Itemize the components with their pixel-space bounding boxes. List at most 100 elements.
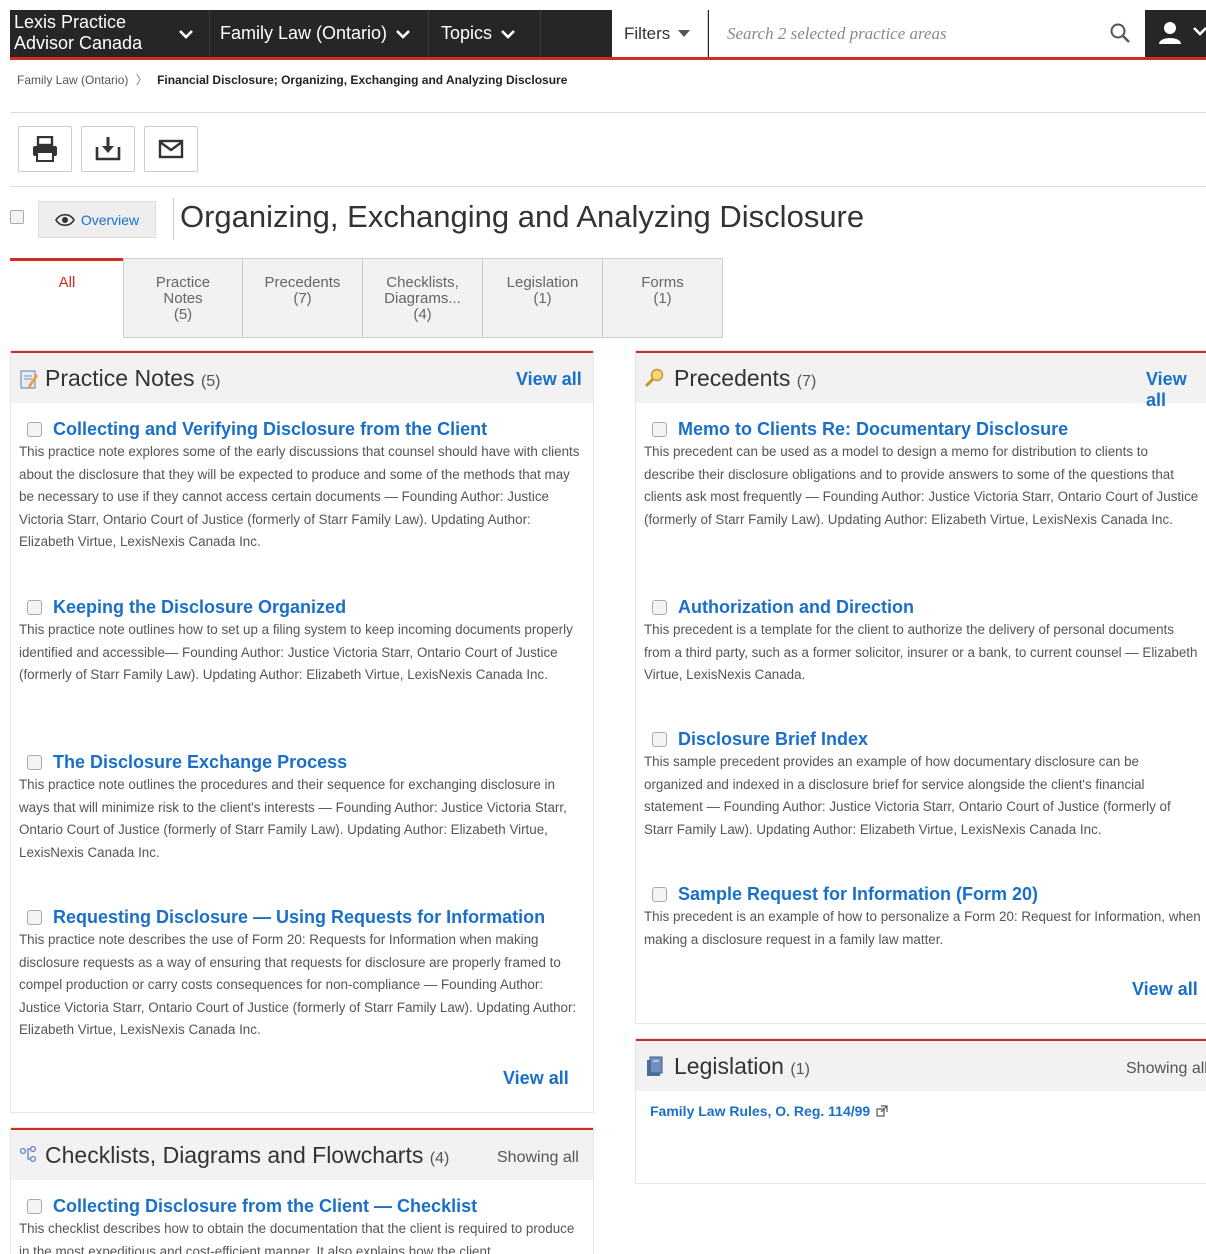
- brand-logo[interactable]: Lexis Practice Advisor Canada: [14, 12, 142, 54]
- list-item: Disclosure Brief Index This sample prece…: [644, 728, 1200, 841]
- item-title-link[interactable]: Collecting and Verifying Disclosure from…: [53, 418, 487, 440]
- practice-area-menu[interactable]: Family Law (Ontario): [220, 10, 411, 57]
- breadcrumb-parent-link[interactable]: Family Law (Ontario): [17, 73, 128, 87]
- user-menu[interactable]: [1158, 20, 1206, 53]
- breadcrumb-separator: 〉: [135, 73, 148, 87]
- item-title-link[interactable]: Collecting Disclosure from the Client — …: [53, 1195, 477, 1217]
- item-checkbox[interactable]: [652, 421, 667, 437]
- view-all-link[interactable]: View all: [503, 1068, 569, 1089]
- precedents-panel: Precedents (7) View all Memo to Clients …: [635, 350, 1206, 1024]
- item-title-link[interactable]: Disclosure Brief Index: [678, 728, 868, 750]
- tab-label: Practice Notes: [155, 274, 211, 307]
- practice-notes-panel: Practice Notes (5) View all Collecting a…: [10, 350, 594, 1113]
- download-button[interactable]: [81, 126, 135, 172]
- topics-menu[interactable]: Topics: [441, 10, 516, 57]
- tab-label: All: [58, 274, 76, 291]
- panel-header: Practice Notes (5) View all: [11, 351, 593, 403]
- view-all-link[interactable]: View all: [1146, 369, 1206, 411]
- panel-title: Legislation (1): [674, 1053, 810, 1080]
- item-checkbox[interactable]: [27, 754, 42, 770]
- item-description: This precedent is an example of how to p…: [644, 909, 1201, 947]
- list-item: Requesting Disclosure — Using Requests f…: [19, 906, 584, 1042]
- list-item: Sample Request for Information (Form 20)…: [644, 883, 1204, 951]
- filters-button[interactable]: Filters: [612, 10, 708, 57]
- view-all-link[interactable]: View all: [516, 369, 582, 390]
- list-item: Keeping the Disclosure Organized This pr…: [19, 596, 584, 687]
- tab-forms[interactable]: Forms (1): [603, 258, 723, 338]
- tab-count: (5): [173, 306, 193, 323]
- item-title-link[interactable]: Memo to Clients Re: Documentary Disclosu…: [678, 418, 1068, 440]
- panel-header: Checklists, Diagrams and Flowcharts (4) …: [11, 1128, 593, 1180]
- panel-title-text: Checklists, Diagrams and Flowcharts: [45, 1142, 424, 1168]
- item-title-link[interactable]: Keeping the Disclosure Organized: [53, 596, 346, 618]
- item-checkbox[interactable]: [652, 886, 667, 902]
- brand-menu-toggle[interactable]: [178, 10, 194, 57]
- panel-count: (7): [796, 373, 817, 390]
- tab-legislation[interactable]: Legislation (1): [483, 258, 603, 338]
- tab-precedents[interactable]: Precedents (7): [243, 258, 363, 338]
- top-nav-bar: Lexis Practice Advisor Canada Family Law…: [10, 10, 1206, 60]
- chevron-down-icon: [396, 29, 410, 39]
- nav-divider: [540, 10, 541, 57]
- caret-down-icon: [678, 30, 691, 37]
- panel-title: Practice Notes (5): [45, 365, 221, 392]
- list-item: Authorization and Direction This precede…: [644, 596, 1200, 687]
- tab-count: (1): [653, 290, 672, 307]
- list-item: Collecting Disclosure from the Client — …: [19, 1195, 584, 1254]
- email-button[interactable]: [144, 126, 198, 172]
- divider: [173, 198, 174, 240]
- item-checkbox[interactable]: [652, 599, 667, 615]
- tab-all[interactable]: All: [10, 258, 124, 338]
- search-icon[interactable]: [1109, 22, 1131, 44]
- item-title-link[interactable]: Authorization and Direction: [678, 596, 914, 618]
- item-description: This sample precedent provides an exampl…: [644, 754, 1171, 837]
- breadcrumb: Family Law (Ontario) 〉 Financial Disclos…: [17, 71, 567, 88]
- legislation-link[interactable]: Family Law Rules, O. Reg. 114/99: [650, 1103, 888, 1119]
- panel-header: Legislation (1) Showing all: [636, 1039, 1206, 1091]
- item-description: This precedent is a template for the cli…: [644, 622, 1198, 682]
- tab-checklists[interactable]: Checklists, Diagrams... (4): [363, 258, 483, 338]
- view-all-link[interactable]: View all: [1132, 979, 1198, 1000]
- print-icon: [33, 136, 57, 162]
- item-description: This checklist describes how to obtain t…: [19, 1221, 575, 1254]
- user-icon: [1159, 22, 1206, 44]
- search-input[interactable]: [709, 10, 1089, 57]
- panel-title: Precedents (7): [674, 365, 816, 392]
- panel-title-text: Precedents: [674, 365, 791, 391]
- magnifier-key-icon: [644, 368, 664, 388]
- tab-practice-notes[interactable]: Practice Notes (5): [123, 258, 243, 338]
- item-checkbox[interactable]: [27, 421, 42, 437]
- tab-label: Forms: [641, 274, 684, 291]
- legislation-link-text: Family Law Rules, O. Reg. 114/99: [650, 1103, 871, 1119]
- item-checkbox[interactable]: [27, 909, 42, 925]
- tab-count: (7): [293, 290, 312, 307]
- item-description: This precedent can be used as a model to…: [644, 444, 1199, 527]
- panel-title-text: Legislation: [674, 1053, 784, 1079]
- filters-label: Filters: [624, 23, 671, 43]
- select-all-checkbox[interactable]: [10, 210, 24, 224]
- panel-count: (1): [790, 1061, 810, 1078]
- page-title: Organizing, Exchanging and Analyzing Dis…: [180, 199, 865, 234]
- item-checkbox[interactable]: [27, 1198, 42, 1214]
- item-title-link[interactable]: Requesting Disclosure — Using Requests f…: [53, 906, 545, 928]
- print-button[interactable]: [18, 126, 72, 172]
- panel-title: Checklists, Diagrams and Flowcharts (4): [45, 1142, 449, 1169]
- overview-button[interactable]: Overview: [38, 201, 156, 238]
- item-title-link[interactable]: The Disclosure Exchange Process: [53, 751, 347, 773]
- showing-all-label: Showing all: [1126, 1060, 1206, 1077]
- panel-header: Precedents (7) View all: [636, 351, 1206, 410]
- item-description: This practice note outlines the procedur…: [19, 777, 567, 860]
- list-item: Collecting and Verifying Disclosure from…: [19, 418, 584, 554]
- item-checkbox[interactable]: [27, 599, 42, 615]
- list-item: The Disclosure Exchange Process This pra…: [19, 751, 584, 864]
- chevron-down-icon: [501, 29, 515, 39]
- panel-title-text: Practice Notes: [45, 365, 195, 391]
- legislation-panel: Legislation (1) Showing all Family Law R…: [635, 1038, 1206, 1184]
- item-checkbox[interactable]: [652, 731, 667, 747]
- tab-label: Legislation: [506, 274, 579, 291]
- topics-label: Topics: [441, 23, 493, 43]
- brand-line-1: Lexis Practice: [14, 12, 127, 32]
- item-title-link[interactable]: Sample Request for Information (Form 20): [678, 883, 1038, 905]
- nav-divider: [428, 10, 429, 57]
- external-link-icon: [876, 1105, 888, 1117]
